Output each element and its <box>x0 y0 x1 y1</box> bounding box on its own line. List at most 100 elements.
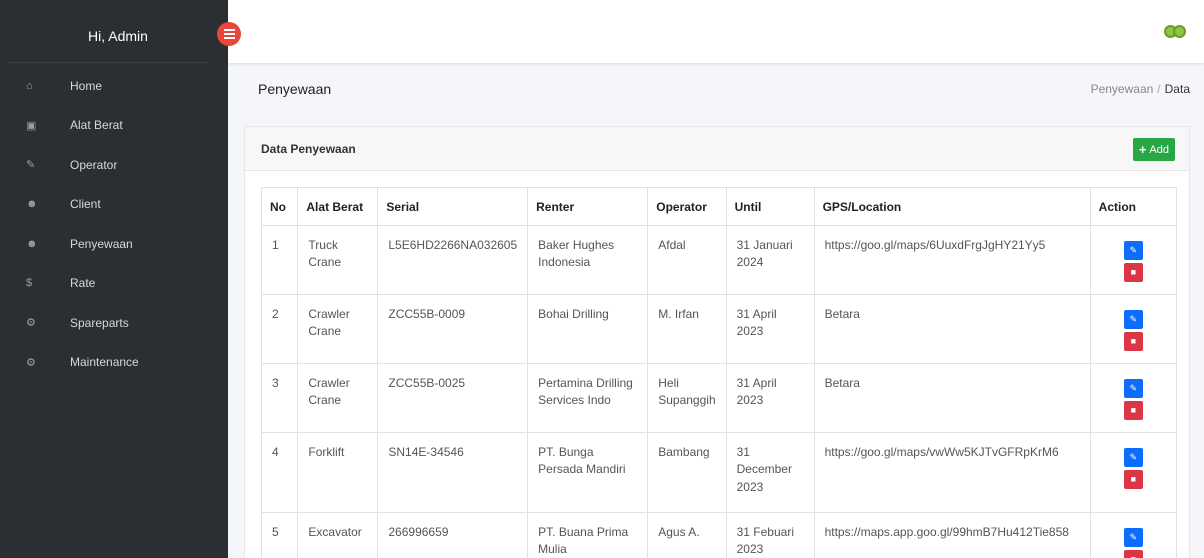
breadcrumb: Penyewaan / Data <box>1091 82 1190 96</box>
trash-icon: ■ <box>1130 266 1137 277</box>
cell-renter: Pertamina Drilling Services Indo <box>527 363 649 433</box>
cell-action: ✎■ <box>1089 294 1178 364</box>
sidebar-nav: ⌂ Home ▣ Alat Berat ✎ Operator ☻ Client ☻ Penyewa… <box>0 66 228 382</box>
row-actions: ✎■ <box>1101 306 1166 351</box>
row-actions: ✎■ <box>1101 237 1166 282</box>
delete-button[interactable]: ■ <box>1123 263 1143 282</box>
delete-button[interactable]: ■ <box>1123 550 1143 558</box>
cell-gps: https://goo.gl/maps/vwWw5KJTvGFRpKrM6 <box>813 432 1091 513</box>
sidebar-item-label: Alat Berat <box>70 118 123 133</box>
data-card: Data Penyewaan + Add No Alat Berat Serial Re… <box>244 126 1190 558</box>
sidebar-item-label: Maintenance <box>70 355 139 370</box>
cell-gps: https://maps.app.goo.gl/99hmB7Hu412Tie85… <box>813 512 1091 558</box>
cell-gps: https://goo.gl/maps/6UuxdFrgJgHY21Yy5 <box>813 225 1091 295</box>
sidebar-item-spareparts[interactable]: ⚙ Spareparts <box>0 303 228 343</box>
sidebar-toggle-button[interactable] <box>217 22 241 46</box>
cell-until: 31 December 2023 <box>725 432 815 513</box>
cell-renter: PT. Bunga Persada Mandiri <box>527 432 649 513</box>
cell-renter: Baker Hughes Indonesia <box>527 225 649 295</box>
sidebar-item-client[interactable]: ☻ Client <box>0 185 228 225</box>
cell-until: 31 April 2023 <box>725 294 815 364</box>
pencil-icon: ✎ <box>1129 451 1138 462</box>
greeting-text: Hi, Admin <box>88 28 148 44</box>
sidebar-item-label: Spareparts <box>70 315 129 330</box>
cell-no: 1 <box>260 225 299 295</box>
plus-square-icon: ▣ <box>26 119 37 132</box>
edit-button[interactable]: ✎ <box>1123 528 1143 547</box>
sidebar-item-label: Client <box>70 197 101 212</box>
sidebar-item-operator[interactable]: ✎ Operator <box>0 145 228 185</box>
cell-no: 4 <box>260 432 299 513</box>
delete-button[interactable]: ■ <box>1123 401 1143 420</box>
breadcrumb-separator: / <box>1157 82 1161 96</box>
rental-table: No Alat Berat Serial Renter Operator Until GPS… <box>260 187 1178 558</box>
table-row: 5 Excavator 266996659 PT. Buana Prima Mulia… <box>260 512 1178 558</box>
edit-button[interactable]: ✎ <box>1123 379 1143 398</box>
sidebar-item-label: Penyewaan <box>70 236 133 251</box>
sidebar: Hi, Admin ⌂ Home ▣ Alat Berat ✎ Operator ☻ Clie… <box>0 0 228 558</box>
cell-operator: Bambang <box>647 432 727 513</box>
sidebar-item-label: Rate <box>70 276 96 291</box>
cell-operator: Afdal <box>647 225 727 295</box>
row-actions: ✎■ <box>1101 375 1166 420</box>
cell-alat: Truck Crane <box>297 225 379 295</box>
trash-icon: ■ <box>1130 335 1137 346</box>
sidebar-item-penyewaan[interactable]: ☻ Penyewaan <box>0 224 228 264</box>
pencil-icon: ✎ <box>1129 244 1138 255</box>
table-row: 2 Crawler Crane ZCC55B-0009 Bohai Drilling M… <box>260 294 1178 364</box>
add-button[interactable]: + Add <box>1132 138 1175 161</box>
column-header: GPS/Location <box>813 187 1091 226</box>
column-header: Operator <box>647 187 727 226</box>
cell-action: ✎■ <box>1089 512 1178 558</box>
cell-action: ✎■ <box>1089 225 1178 295</box>
cell-gps: Betara <box>813 294 1091 364</box>
cell-alat: Excavator <box>297 512 379 558</box>
table-row: 1 Truck Crane L5E6HD2266NA032605 Baker Hugh… <box>260 225 1178 295</box>
cell-serial: 266996659 <box>377 512 529 558</box>
sidebar-item-rate[interactable]: $ Rate <box>0 264 228 304</box>
delete-button[interactable]: ■ <box>1123 332 1143 351</box>
card-header: Data Penyewaan + Add <box>245 127 1189 171</box>
cell-renter: PT. Buana Prima Mulia <box>527 512 649 558</box>
cell-until: 31 April 2023 <box>725 363 815 433</box>
wrench-icon: ✎ <box>26 159 36 172</box>
card-title: Data Penyewaan <box>261 142 356 156</box>
table-row: 3 Crawler Crane ZCC55B-0025 Pertamina Drill… <box>260 363 1178 433</box>
cell-no: 2 <box>260 294 299 364</box>
sidebar-item-label: Operator <box>70 157 118 172</box>
menu-icon <box>223 29 235 39</box>
cell-operator: Agus A. <box>647 512 727 558</box>
page-header: Penyewaan Penyewaan / Data <box>228 70 1204 108</box>
edit-button[interactable]: ✎ <box>1123 448 1143 467</box>
dollar-icon: $ <box>26 277 33 290</box>
cell-alat: Crawler Crane <box>297 294 379 364</box>
sidebar-header: Hi, Admin <box>0 0 228 62</box>
sidebar-divider <box>8 62 208 63</box>
sidebar-item-alat-berat[interactable]: ▣ Alat Berat <box>0 106 228 146</box>
sidebar-item-label: Home <box>70 78 103 93</box>
column-header: Action <box>1089 187 1178 226</box>
pencil-icon: ✎ <box>1129 313 1138 324</box>
add-button-label: Add <box>1149 143 1169 156</box>
user-avatar-icon[interactable] <box>1164 25 1186 39</box>
breadcrumb-parent[interactable]: Penyewaan <box>1091 82 1154 96</box>
edit-button[interactable]: ✎ <box>1123 310 1143 329</box>
users-icon: ☻ <box>26 237 38 250</box>
edit-button[interactable]: ✎ <box>1123 241 1143 260</box>
users-icon: ☻ <box>26 198 38 211</box>
cell-no: 5 <box>260 512 299 558</box>
sidebar-item-maintenance[interactable]: ⚙ Maintenance <box>0 343 228 383</box>
table-row: 4 Forklift SN14E-34546 PT. Bunga Persada Ma… <box>260 432 1178 513</box>
cell-serial: ZCC55B-0009 <box>377 294 529 364</box>
cell-no: 3 <box>260 363 299 433</box>
trash-icon: ■ <box>1130 473 1137 484</box>
pencil-icon: ✎ <box>1129 531 1138 542</box>
sidebar-item-home[interactable]: ⌂ Home <box>0 66 228 106</box>
cogs-icon: ⚙ <box>26 317 36 330</box>
cell-alat: Crawler Crane <box>297 363 379 433</box>
cell-alat: Forklift <box>297 432 379 513</box>
delete-button[interactable]: ■ <box>1123 470 1143 489</box>
plus-icon: + <box>1138 142 1147 157</box>
table-header-row: No Alat Berat Serial Renter Operator Until GPS… <box>260 187 1178 226</box>
cell-operator: Heli Supanggih <box>647 363 727 433</box>
